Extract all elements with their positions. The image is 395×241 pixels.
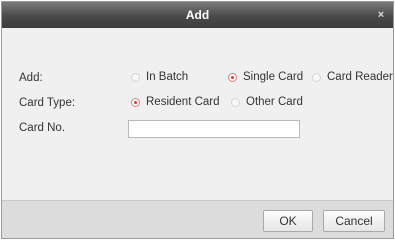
- radio-resident-card[interactable]: Resident Card: [131, 96, 220, 108]
- card-no-input[interactable]: [128, 120, 300, 138]
- radio-in-batch[interactable]: In Batch: [131, 71, 188, 83]
- radio-label: In Batch: [146, 71, 189, 83]
- radio-label: Resident Card: [146, 96, 220, 108]
- radio-label: Other Card: [246, 96, 303, 108]
- radio-checked-icon: [131, 97, 140, 107]
- cancel-button[interactable]: Cancel: [323, 210, 385, 232]
- dialog-footer: OK Cancel: [2, 200, 393, 238]
- radio-checked-icon: [228, 72, 237, 82]
- card-type-label: Card Type:: [19, 97, 76, 109]
- radio-label: Single Card: [243, 71, 304, 83]
- radio-circle-icon: [131, 72, 140, 82]
- dialog-body: Add: In Batch Single Card Card Reader Ca…: [2, 28, 393, 201]
- dialog-title: Add: [185, 8, 210, 22]
- radio-circle-icon: [231, 97, 240, 107]
- radio-circle-icon: [312, 72, 321, 82]
- ok-button[interactable]: OK: [263, 210, 313, 232]
- add-dialog: Add × Add: In Batch Single Card Card Rea…: [1, 1, 394, 239]
- card-no-label: Card No.: [19, 122, 66, 134]
- dialog-titlebar: Add ×: [2, 2, 393, 28]
- add-label: Add:: [19, 72, 43, 84]
- radio-other-card[interactable]: Other Card: [231, 96, 303, 108]
- radio-card-reader[interactable]: Card Reader: [312, 71, 393, 83]
- close-icon[interactable]: ×: [375, 2, 387, 28]
- radio-single-card[interactable]: Single Card: [228, 71, 303, 83]
- radio-label: Card Reader: [327, 71, 393, 83]
